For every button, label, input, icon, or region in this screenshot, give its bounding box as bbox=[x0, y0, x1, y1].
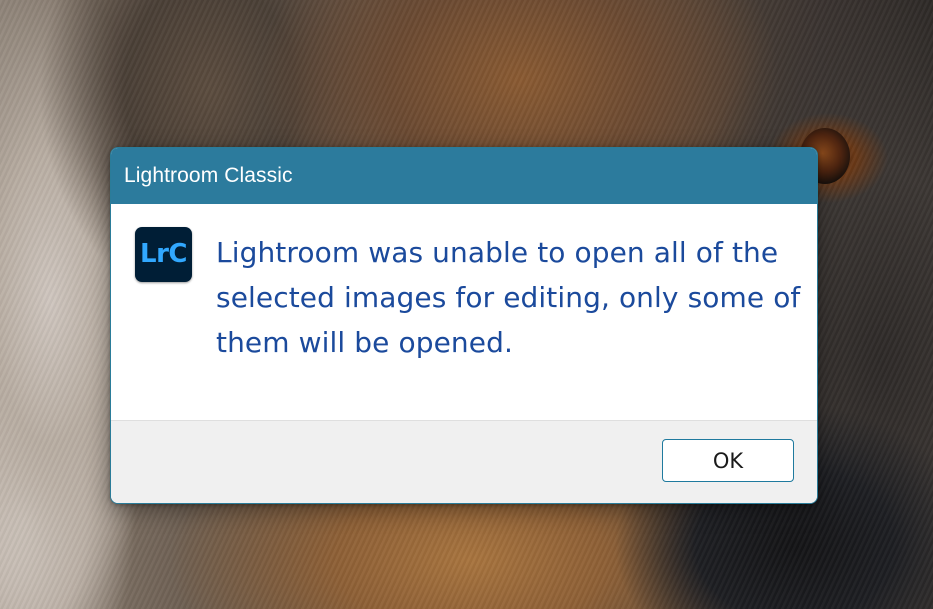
lightroom-classic-icon: LrC bbox=[135, 227, 192, 282]
ok-button[interactable]: OK bbox=[662, 439, 794, 482]
dialog-content: LrC Lightroom was unable to open all of … bbox=[111, 204, 817, 420]
dialog-titlebar[interactable]: Lightroom Classic bbox=[111, 148, 817, 204]
dialog-footer: OK bbox=[111, 420, 817, 503]
dialog-message: Lightroom was unable to open all of the … bbox=[216, 236, 801, 359]
app-icon-label: LrC bbox=[140, 238, 187, 269]
alert-dialog: Lightroom Classic LrC Lightroom was unab… bbox=[110, 147, 818, 504]
dialog-title: Lightroom Classic bbox=[124, 164, 293, 187]
